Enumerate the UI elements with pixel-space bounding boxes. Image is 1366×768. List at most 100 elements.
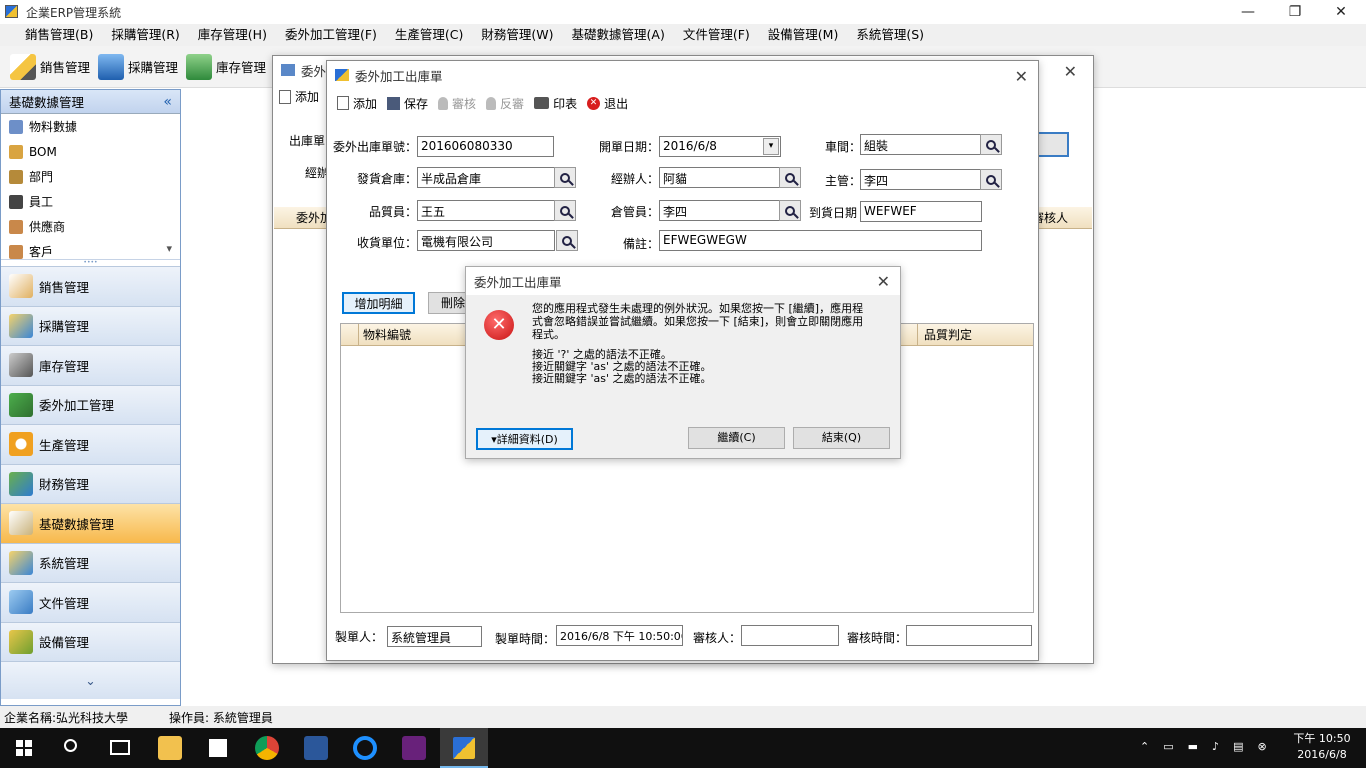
task-view-icon[interactable] (110, 740, 130, 755)
nav-outsourcing[interactable]: 委外加工管理 (1, 384, 180, 424)
sidebar: 基礎數據管理 « 物料數據 BOM 部門 員工 供應商 客戶 ▾ •••• 銷售… (0, 89, 181, 706)
receiver-field[interactable]: 電機有限公司 (417, 230, 555, 251)
menu-purchase[interactable]: 採購管理(R) (102, 24, 188, 46)
menu-sales[interactable]: 銷售管理(B) (16, 24, 102, 46)
warehouse-label: 發貨倉庫： (356, 172, 417, 186)
menu-outsourcing[interactable]: 委外加工管理(F) (276, 24, 386, 46)
arrival-date-field[interactable]: WEFWEF (860, 201, 982, 222)
supervisor-field[interactable]: 李四 (860, 169, 981, 190)
close-circle-icon[interactable]: ⊗ (1257, 740, 1266, 753)
add-detail-button[interactable]: 增加明細 (342, 292, 415, 314)
store-icon[interactable] (206, 736, 230, 760)
nav-system[interactable]: 系統管理 (1, 542, 180, 582)
menu-finance[interactable]: 財務管理(W) (472, 24, 562, 46)
audit-time-field[interactable] (906, 625, 1032, 646)
menu-documents[interactable]: 文件管理(F) (674, 24, 759, 46)
workshop-field[interactable]: 組裝 (860, 134, 981, 155)
form-print-button[interactable]: 印表 (534, 95, 577, 112)
creator-field[interactable]: 系統管理員 (387, 626, 482, 647)
search-icon (560, 172, 570, 183)
file-explorer-icon[interactable] (158, 736, 182, 760)
menu-production[interactable]: 生產管理(C) (386, 24, 472, 46)
toolbar-sales-button[interactable]: 銷售管理 (10, 53, 90, 80)
sidebar-item-department[interactable]: 部門 (1, 164, 180, 189)
form-close-icon[interactable]: ✕ (1015, 67, 1028, 86)
open-date-picker[interactable]: 2016/6/8 ▾ (659, 136, 781, 157)
created-time-label: 製單時間： (495, 632, 556, 646)
finance-icon (9, 471, 33, 496)
menu-inventory[interactable]: 庫存管理(H) (189, 24, 276, 46)
windows-start-icon[interactable] (16, 740, 32, 756)
inspector-field[interactable]: 王五 (417, 200, 555, 221)
menu-system[interactable]: 系統管理(S) (847, 24, 933, 46)
quit-button[interactable]: 結束(Q) (793, 427, 890, 449)
visual-studio-icon[interactable] (402, 736, 426, 760)
form-save-button[interactable]: 保存 (387, 95, 428, 112)
sidebar-item-supplier[interactable]: 供應商 (1, 214, 180, 239)
nav-purchase[interactable]: 採購管理 (1, 305, 180, 345)
nav-basic-data[interactable]: 基礎數據管理 (1, 503, 180, 543)
supervisor-search-button[interactable] (980, 169, 1002, 190)
back-search-button[interactable] (1037, 132, 1069, 157)
nav-overflow-button[interactable]: ⌄ (1, 661, 180, 699)
person-icon (438, 96, 449, 110)
warehouse-field[interactable]: 半成品倉庫 (417, 167, 555, 188)
clock[interactable]: 下午 10:50 2016/6/8 (1286, 731, 1358, 763)
warehouse-search-button[interactable] (554, 167, 576, 188)
sidebar-item-employee[interactable]: 員工 (1, 189, 180, 214)
search-icon (986, 174, 996, 185)
form-exit-button[interactable]: ✕ 退出 (587, 95, 628, 112)
dialog-close-icon[interactable]: ✕ (877, 272, 890, 291)
collapse-icon[interactable]: « (163, 94, 172, 110)
nav-inventory[interactable]: 庫存管理 (1, 345, 180, 385)
sidebar-item-material[interactable]: 物料數據 (1, 114, 180, 139)
customer-icon (9, 244, 23, 259)
restore-button[interactable]: ❐ (1272, 0, 1318, 24)
back-add-button[interactable]: 添加 (279, 88, 319, 105)
volume-icon[interactable]: ♪ (1212, 740, 1219, 753)
nav-documents[interactable]: 文件管理 (1, 582, 180, 622)
scroll-down-icon[interactable]: ▾ (166, 242, 172, 255)
form-add-button[interactable]: 添加 (337, 95, 377, 112)
form-audit-button[interactable]: 審核 (438, 95, 476, 112)
erp-taskbar-button[interactable] (440, 728, 488, 768)
receiver-search-button[interactable] (556, 230, 578, 251)
keeper-search-button[interactable] (779, 200, 801, 221)
sidebar-item-customer[interactable]: 客戶 (1, 239, 180, 264)
basic-data-icon (9, 511, 33, 536)
notification-icon[interactable]: ▤ (1233, 740, 1243, 753)
keeper-field[interactable]: 李四 (659, 200, 780, 221)
nav-production[interactable]: 生產管理 (1, 424, 180, 464)
workshop-search-button[interactable] (980, 134, 1002, 155)
battery-icon[interactable]: ▬ (1188, 740, 1198, 753)
created-time-field[interactable]: 2016/6/8 下午 10:50:06 (556, 625, 683, 646)
toolbar-purchase-button[interactable]: 採購管理 (98, 53, 178, 80)
chevron-up-icon[interactable]: ⌃ (1140, 740, 1149, 753)
chevron-down-icon[interactable]: ▾ (763, 138, 779, 155)
chrome-icon[interactable] (255, 736, 279, 760)
inspector-search-button[interactable] (554, 200, 576, 221)
close-button[interactable]: ✕ (1318, 0, 1364, 24)
menu-equipment[interactable]: 設備管理(M) (759, 24, 848, 46)
minimize-button[interactable]: — (1225, 0, 1271, 24)
form-unaudit-button[interactable]: 反審 (486, 95, 524, 112)
menu-basic-data[interactable]: 基礎數據管理(A) (563, 24, 674, 46)
toolbar-inventory-button[interactable]: 庫存管理 (186, 53, 266, 80)
nav-label: 庫存管理 (39, 358, 90, 374)
word-icon[interactable] (304, 736, 328, 760)
agent-field[interactable]: 阿貓 (659, 167, 780, 188)
details-button[interactable]: ▾詳細資料(D) (476, 428, 573, 450)
auditor-field[interactable] (741, 625, 839, 646)
sidebar-item-bom[interactable]: BOM (1, 139, 180, 164)
continue-button[interactable]: 繼續(C) (688, 427, 785, 449)
network-icon[interactable]: ▭ (1163, 740, 1173, 753)
nav-equipment[interactable]: 設備管理 (1, 621, 180, 661)
remark-field[interactable]: EFWEGWEGW (659, 230, 982, 251)
order-no-field[interactable]: 201606080330 (417, 136, 554, 157)
nav-sales[interactable]: 銷售管理 (1, 266, 180, 306)
sidebar-header: 基礎數據管理 « (1, 90, 180, 114)
back-window-close-icon[interactable]: ✕ (1064, 62, 1077, 81)
ie-icon[interactable] (353, 736, 377, 760)
nav-finance[interactable]: 財務管理 (1, 463, 180, 503)
search-icon[interactable] (64, 739, 77, 752)
